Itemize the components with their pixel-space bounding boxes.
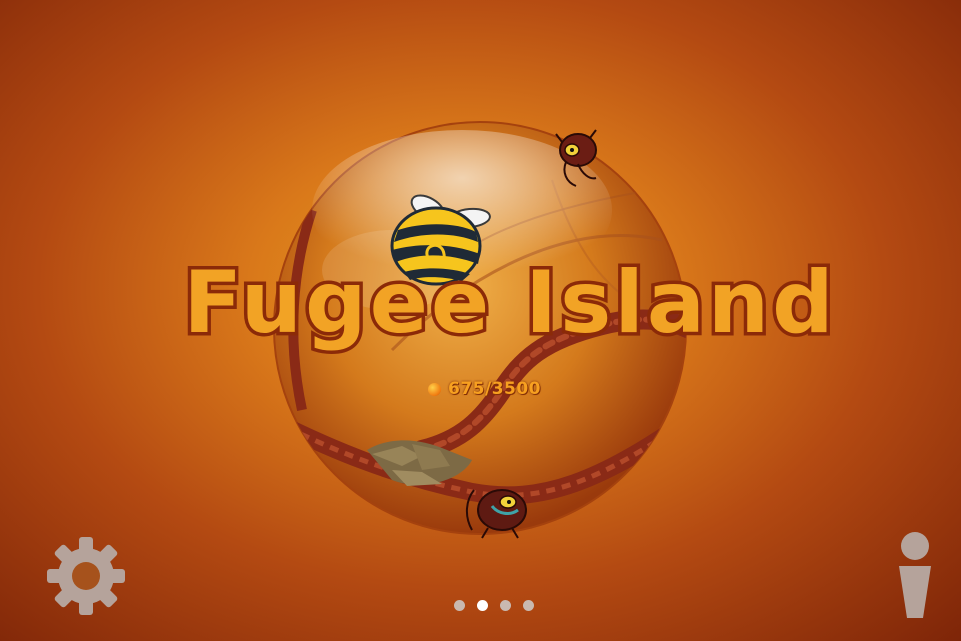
game-title: Fugee Island [180, 250, 837, 357]
page-dot-4[interactable] [523, 600, 534, 611]
page-indicator [454, 600, 534, 611]
settings-button[interactable] [43, 533, 129, 619]
info-button[interactable] [895, 530, 935, 622]
info-icon [899, 532, 931, 618]
game-title-text: Fugee Island [183, 253, 836, 353]
bug-enemy-bottom [466, 489, 527, 539]
page-dot-3[interactable] [500, 600, 511, 611]
page-dot-2[interactable] [477, 600, 488, 611]
coin-progress-text: 675/3500 [448, 379, 542, 399]
level-card[interactable]: Fugee Island 675/3500 [0, 0, 961, 641]
bug-enemy-top [555, 129, 597, 187]
page-dot-1[interactable] [454, 600, 465, 611]
coin-icon [428, 382, 441, 396]
coin-progress: 675/3500 [428, 378, 541, 400]
